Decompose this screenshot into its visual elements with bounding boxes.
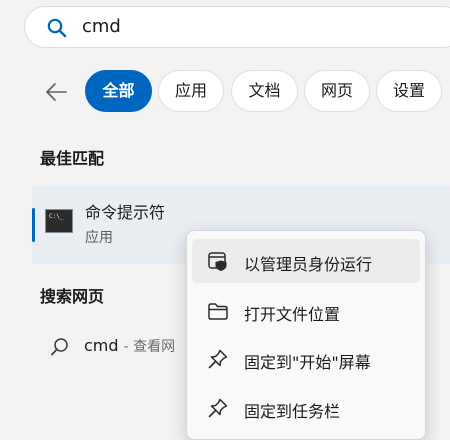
menu-label: 以管理员身份运行 [244, 255, 373, 274]
context-menu: 以管理员身份运行 打开文件位置 固定到"开始"屏幕 固定到任务栏 [186, 230, 426, 440]
web-search-query: cmd [84, 336, 119, 355]
search-box[interactable]: cmd [24, 6, 450, 48]
web-search-heading: 搜索网页 [40, 287, 105, 306]
app-name: 命令提示符 [85, 203, 166, 222]
app-type: 应用 [85, 230, 113, 246]
filter-settings[interactable]: 设置 [376, 70, 442, 112]
search-icon [47, 18, 67, 38]
search-input[interactable]: cmd [82, 16, 121, 37]
web-search-result[interactable]: cmd - 查看网 [84, 336, 175, 356]
pin-icon [208, 398, 228, 418]
best-match-heading: 最佳匹配 [40, 149, 105, 168]
menu-label: 固定到"开始"屏幕 [244, 353, 371, 372]
back-arrow-icon[interactable] [44, 80, 68, 104]
menu-item-pin-to-taskbar[interactable]: 固定到任务栏 [192, 386, 420, 430]
web-search-icon [51, 338, 68, 356]
web-search-suffix: - 查看网 [123, 339, 176, 355]
command-prompt-icon: C:\_ [45, 209, 73, 233]
filter-web[interactable]: 网页 [304, 70, 370, 112]
menu-item-open-file-location[interactable]: 打开文件位置 [192, 289, 420, 333]
pin-icon [208, 349, 228, 369]
selection-indicator [32, 208, 35, 242]
filter-documents[interactable]: 文档 [231, 70, 298, 112]
run-as-admin-icon [208, 252, 227, 271]
menu-label: 打开文件位置 [244, 305, 341, 324]
menu-label: 固定到任务栏 [244, 402, 341, 421]
folder-icon [208, 303, 228, 320]
filter-all[interactable]: 全部 [85, 70, 152, 112]
menu-item-pin-to-start[interactable]: 固定到"开始"屏幕 [192, 337, 420, 381]
filter-apps[interactable]: 应用 [158, 70, 224, 112]
menu-item-run-as-admin[interactable]: 以管理员身份运行 [192, 239, 420, 283]
